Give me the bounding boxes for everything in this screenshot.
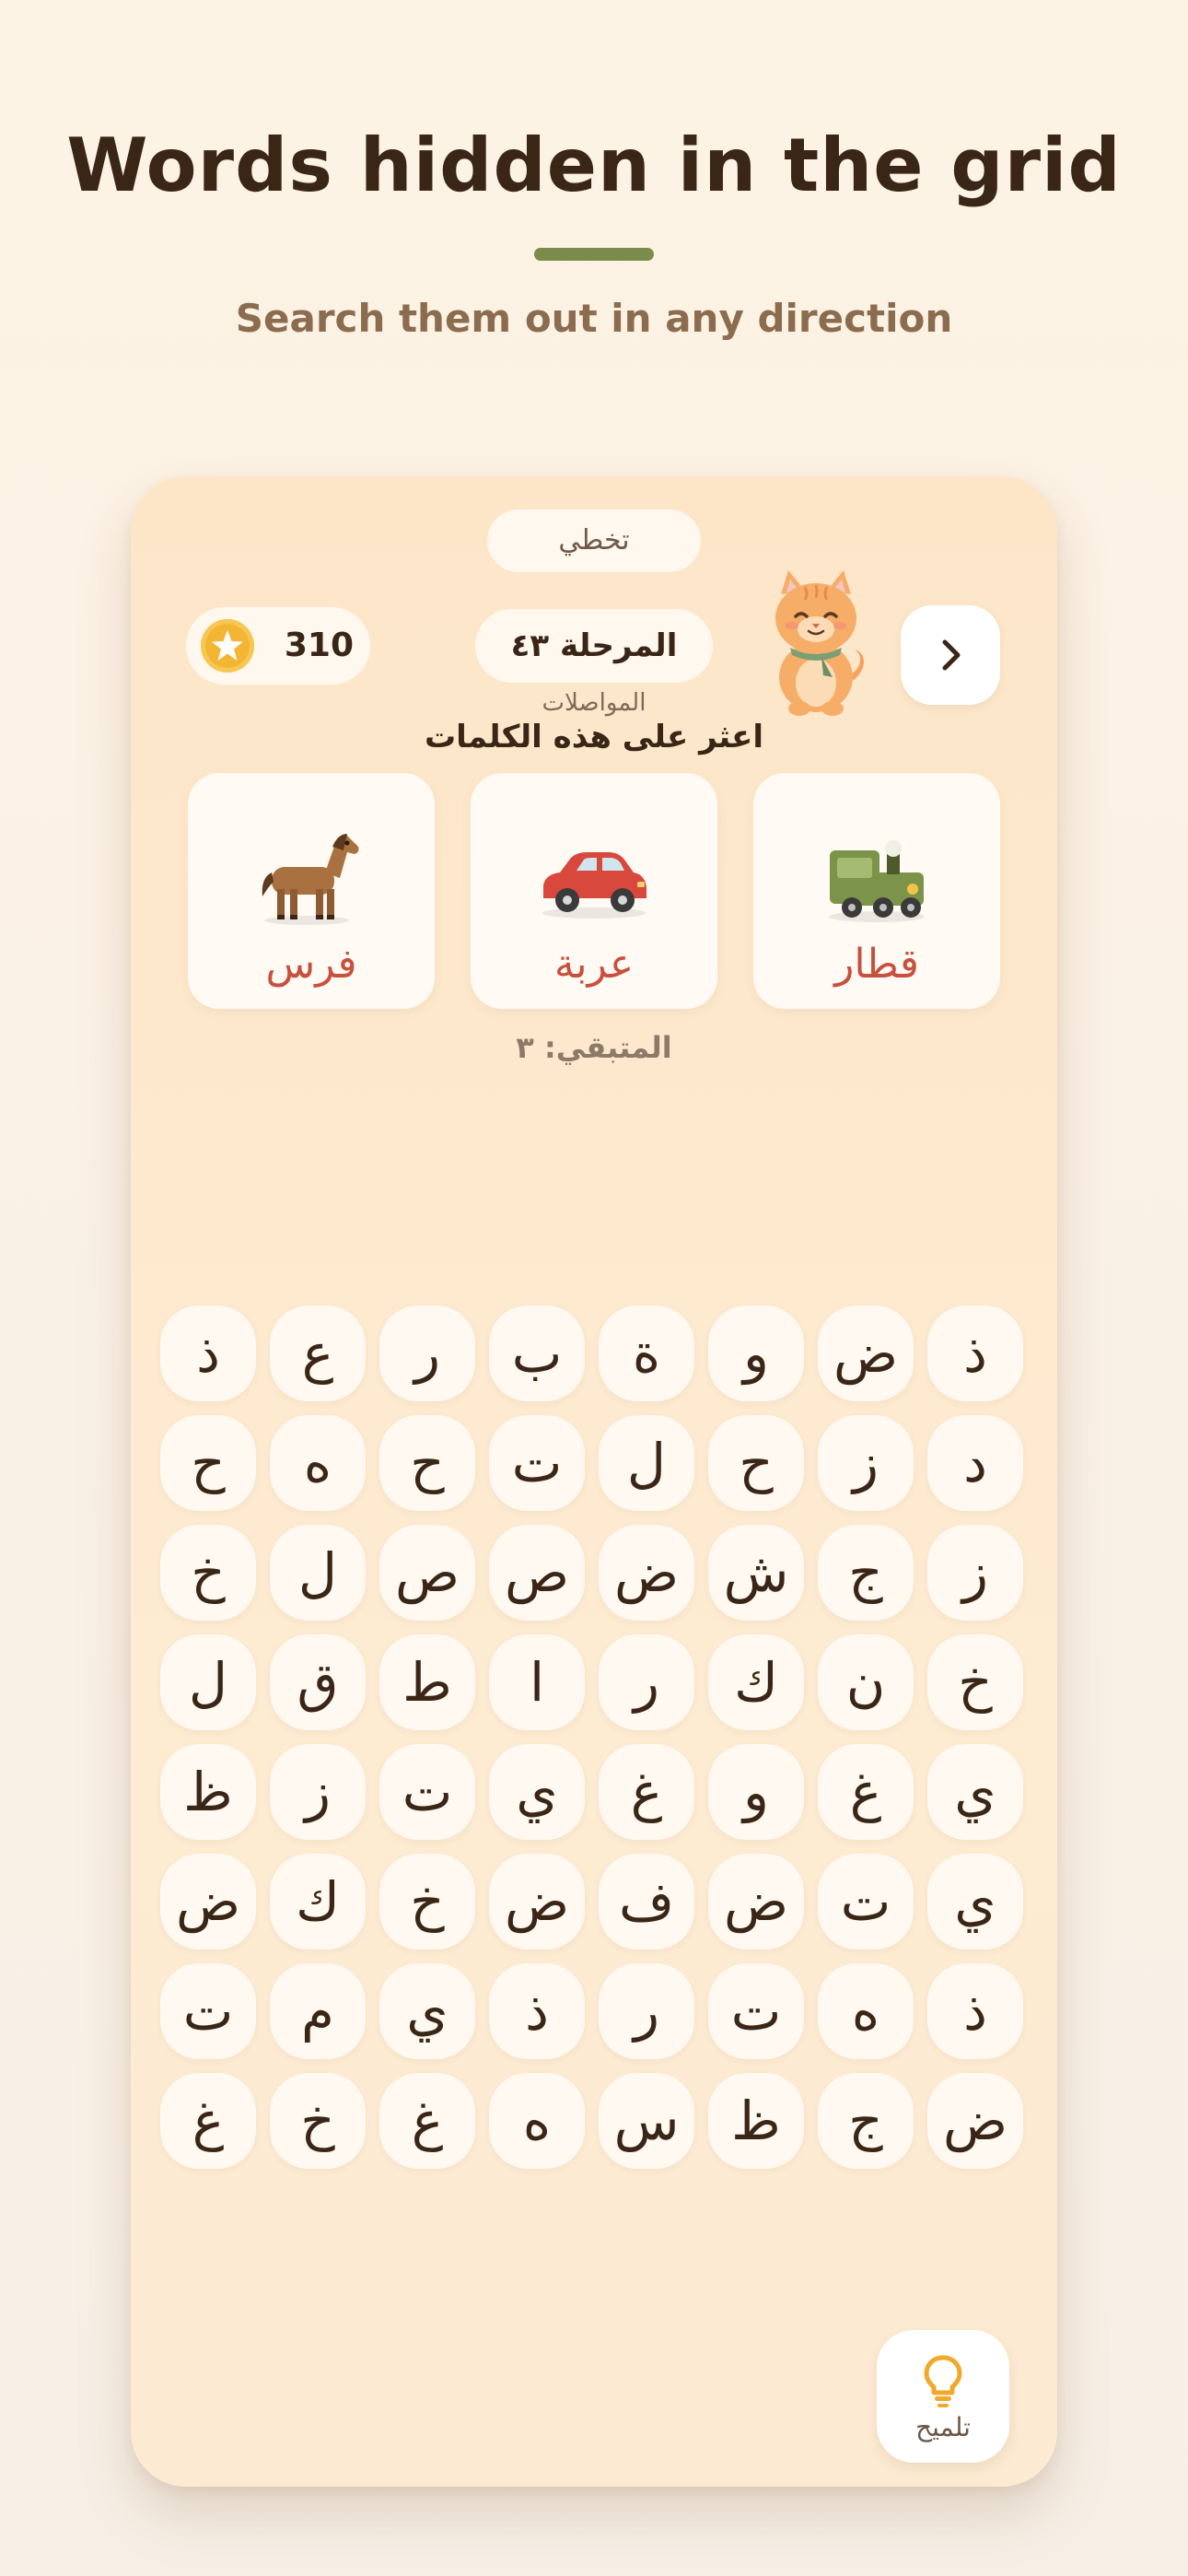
word-label-horse: فرس xyxy=(265,941,357,988)
word-card-car: عربة xyxy=(471,773,717,1009)
hint-label: تلميح xyxy=(915,2412,971,2442)
grid-cell[interactable]: ج xyxy=(818,1525,914,1621)
find-words-label: اعثر على هذه الكلمات xyxy=(424,719,763,755)
grid-cell[interactable]: ص xyxy=(489,1525,585,1621)
grid-cell[interactable]: خ xyxy=(160,1525,256,1621)
grid-cell[interactable]: ي xyxy=(489,1744,585,1840)
grid-cell[interactable]: ه xyxy=(270,1415,366,1511)
car-icon xyxy=(542,852,646,919)
grid-cell[interactable]: ت xyxy=(379,1744,475,1840)
grid-cell[interactable]: ذ xyxy=(489,1963,585,2059)
grid-cell[interactable]: ا xyxy=(489,1634,585,1730)
grid-cell[interactable]: ذ xyxy=(927,1963,1023,2059)
hint-button[interactable]: تلميح xyxy=(877,2330,1009,2463)
grid-cell[interactable]: ن xyxy=(818,1634,914,1730)
grid-cell[interactable]: د xyxy=(927,1415,1023,1511)
grid-cell[interactable]: ع xyxy=(270,1306,366,1401)
grid-cell[interactable]: ظ xyxy=(708,2073,804,2169)
grid-cell[interactable]: ك xyxy=(270,1854,366,1950)
game-screen: تخطي 310 المرحلة ٤٣ المواصلات اعثر على ه… xyxy=(131,476,1057,2487)
grid-cell[interactable]: ي xyxy=(927,1854,1023,1950)
page-subtitle: Search them out in any direction xyxy=(235,296,953,341)
grid-cell[interactable]: ض xyxy=(708,1854,804,1950)
word-label-train: قطار xyxy=(834,941,919,988)
page-title: Words hidden in the grid xyxy=(66,123,1122,208)
word-card-train: قطار xyxy=(753,773,1000,1009)
level-badge: المرحلة ٤٣ xyxy=(475,609,713,683)
grid-cell[interactable]: س xyxy=(599,2073,694,2169)
grid-cell[interactable]: ت xyxy=(708,1963,804,2059)
grid-cell[interactable]: ي xyxy=(927,1744,1023,1840)
chevron-right-icon xyxy=(942,639,961,671)
cat-mascot-icon xyxy=(757,568,875,716)
grid-cell[interactable]: ت xyxy=(160,1963,256,2059)
grid-cell[interactable]: ق xyxy=(270,1634,366,1730)
remaining-counter: المتبقي: ٣ xyxy=(516,1030,672,1065)
grid-cell[interactable]: ت xyxy=(489,1415,585,1511)
grid-cell[interactable]: ذ xyxy=(160,1306,256,1401)
grid-cell[interactable]: ر xyxy=(379,1306,475,1401)
train-icon xyxy=(829,840,925,922)
grid-cell[interactable]: م xyxy=(270,1963,366,2059)
coin-icon xyxy=(201,619,254,673)
grid-cell[interactable]: ص xyxy=(379,1525,475,1621)
grid-cell[interactable]: غ xyxy=(379,2073,475,2169)
skip-button[interactable]: تخطي xyxy=(487,509,701,572)
grid-cell[interactable]: ة xyxy=(599,1306,694,1401)
back-button[interactable] xyxy=(901,605,1000,705)
grid-cell[interactable]: ط xyxy=(379,1634,475,1730)
grid-cell[interactable]: غ xyxy=(599,1744,694,1840)
coin-count: 310 xyxy=(284,626,354,664)
grid-cell[interactable]: ض xyxy=(818,1306,914,1401)
grid-cell[interactable]: ض xyxy=(927,2073,1023,2169)
grid-cell[interactable]: ز xyxy=(927,1525,1023,1621)
grid-cell[interactable]: ي xyxy=(379,1963,475,2059)
grid-cell[interactable]: ظ xyxy=(160,1744,256,1840)
grid-cell[interactable]: ف xyxy=(599,1854,694,1950)
grid-cell[interactable]: ك xyxy=(708,1634,804,1730)
grid-cell[interactable]: غ xyxy=(160,2073,256,2169)
grid-cell[interactable]: ل xyxy=(160,1634,256,1730)
grid-cell[interactable]: ح xyxy=(708,1415,804,1511)
grid-cell[interactable]: ل xyxy=(599,1415,694,1511)
grid-cell[interactable]: ض xyxy=(489,1854,585,1950)
grid-cell[interactable]: خ xyxy=(927,1634,1023,1730)
lightbulb-icon xyxy=(924,2355,962,2407)
grid-cell[interactable]: ض xyxy=(160,1854,256,1950)
grid-cell[interactable]: ز xyxy=(270,1744,366,1840)
grid-cell[interactable]: ج xyxy=(818,2073,914,2169)
grid-cell[interactable]: ر xyxy=(599,1963,694,2059)
grid-cell[interactable]: ح xyxy=(379,1415,475,1511)
grid-cell[interactable]: ش xyxy=(708,1525,804,1621)
grid-cell[interactable]: خ xyxy=(270,2073,366,2169)
grid-cell[interactable]: و xyxy=(708,1744,804,1840)
title-divider xyxy=(534,248,654,261)
grid-cell[interactable]: خ xyxy=(379,1854,475,1950)
grid-cell[interactable]: ح xyxy=(160,1415,256,1511)
grid-cell[interactable]: غ xyxy=(818,1744,914,1840)
word-card-horse: فرس xyxy=(188,773,435,1009)
grid-cell[interactable]: ت xyxy=(818,1854,914,1950)
grid-cell[interactable]: ه xyxy=(818,1963,914,2059)
grid-cell[interactable]: ز xyxy=(818,1415,914,1511)
word-label-car: عربة xyxy=(553,941,635,988)
coin-counter: 310 xyxy=(186,607,370,685)
horse-icon xyxy=(262,834,359,925)
grid-cell[interactable]: ب xyxy=(489,1306,585,1401)
grid-cell[interactable]: ر xyxy=(599,1634,694,1730)
grid-cell[interactable]: ذ xyxy=(927,1306,1023,1401)
grid-cell[interactable]: ض xyxy=(599,1525,694,1621)
grid-cell[interactable]: ه xyxy=(489,2073,585,2169)
grid-cell[interactable]: ل xyxy=(270,1525,366,1621)
grid-cell[interactable]: و xyxy=(708,1306,804,1401)
